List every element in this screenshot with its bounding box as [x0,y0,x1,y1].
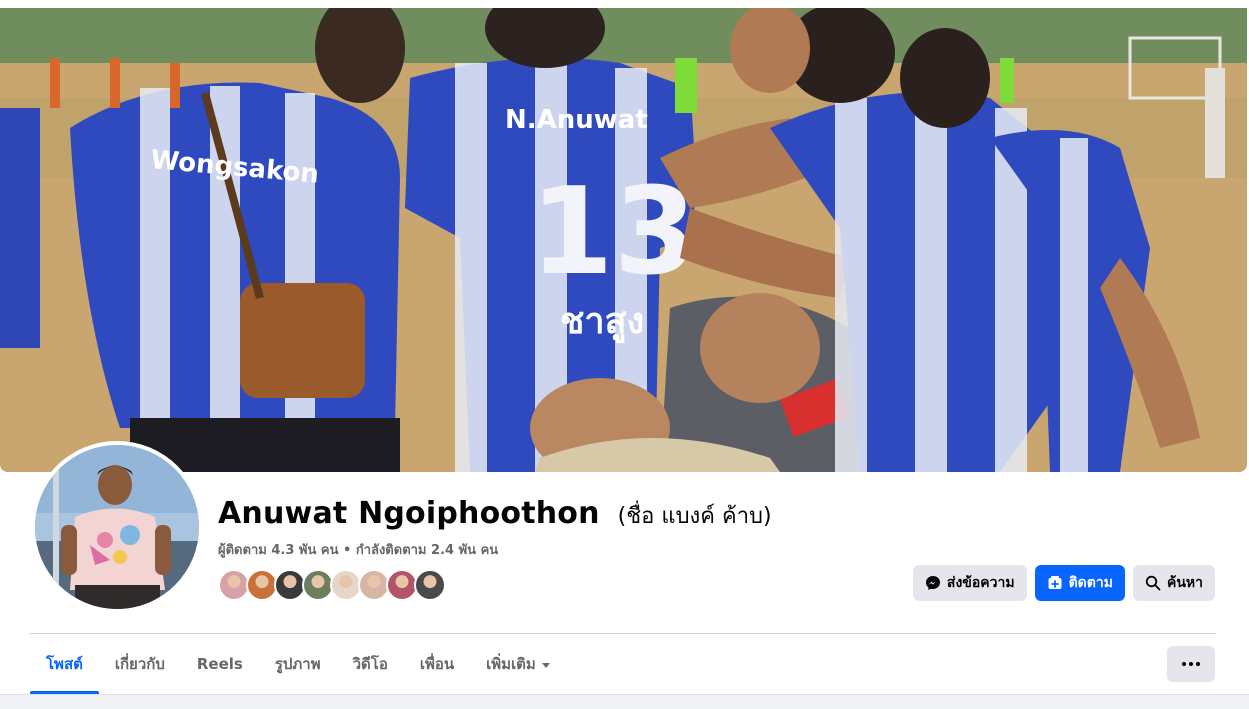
tab-label: เกี่ยวกับ [114,655,165,673]
profile-tabs: โพสต์ เกี่ยวกับ Reels รูปภาพ วิดีโอ เพื่… [30,634,566,694]
jersey-text: ชาสูง [560,301,644,344]
profile-picture-illustration [35,445,199,609]
profile-avatar[interactable] [31,441,203,613]
search-button-label: ค้นหา [1166,575,1203,591]
tab-label: รูปภาพ [274,655,321,673]
tab-reels[interactable]: Reels [181,634,259,694]
tab-label: Reels [196,655,243,673]
tab-label: วิดีโอ [352,655,388,673]
follower-stats[interactable]: ผู้ติดตาม 4.3 พัน คน • กำลังติดตาม 2.4 พ… [218,539,498,560]
profile-name: Anuwat Ngoiphoothon [218,496,600,531]
follow-button[interactable]: ติดตาม [1034,565,1125,601]
tab-videos[interactable]: วิดีโอ [337,634,404,694]
follow-icon [1048,576,1062,589]
message-button[interactable]: ส่งข้อความ [912,565,1027,601]
cover-photo[interactable]: Wongsakon N.Anuwat 13 ชาสูง [0,8,1247,472]
more-options-button[interactable] [1167,646,1215,682]
tab-more[interactable]: เพิ่มเติม [470,634,566,694]
page-background-band [0,694,1249,709]
messenger-icon [925,576,940,590]
tab-label: เพิ่มเติม [486,655,536,673]
profile-picture [35,445,199,609]
jersey-text: N.Anuwat [505,105,648,135]
search-icon [1145,575,1161,591]
tab-label: โพสต์ [46,655,83,673]
profile-alternate-name: (ชื่อ แบงค์ ค้าบ) [617,504,772,529]
caret-down-icon [541,662,550,668]
follow-button-label: ติดตาม [1068,575,1113,591]
profile-name-row: Anuwat Ngoiphoothon (ชื่อ แบงค์ ค้าบ) [218,496,772,533]
more-options-icon [1182,662,1200,666]
jersey-number: 13 [530,163,697,302]
follower-avatars[interactable] [218,569,446,601]
tab-about[interactable]: เกี่ยวกับ [99,634,181,694]
tab-photos[interactable]: รูปภาพ [259,634,337,694]
follower-avatar[interactable] [414,569,446,601]
profile-actions: ส่งข้อความ ติดตาม ค้นหา [912,565,1215,601]
tab-label: เพื่อน [419,655,455,673]
tab-friends[interactable]: เพื่อน [404,634,470,694]
message-button-label: ส่งข้อความ [946,575,1015,591]
search-button[interactable]: ค้นหา [1132,565,1215,601]
tab-posts[interactable]: โพสต์ [30,634,99,694]
cover-photo-illustration: Wongsakon N.Anuwat 13 ชาสูง [0,8,1247,472]
